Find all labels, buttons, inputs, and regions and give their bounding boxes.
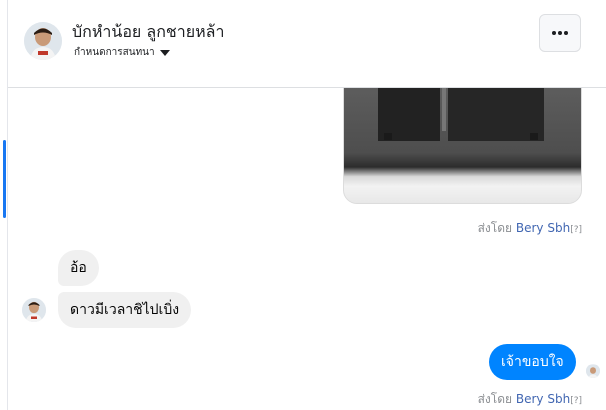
sender-link[interactable]: Bery Sbh — [516, 221, 570, 235]
incoming-message[interactable]: อ้อ — [58, 250, 99, 286]
sent-by-prefix: ส่งโดย — [477, 392, 513, 406]
sent-photo[interactable] — [343, 88, 582, 204]
left-rail — [0, 0, 8, 410]
sent-by-line: ส่งโดย Bery Sbh[?] — [478, 219, 582, 238]
contact-avatar[interactable] — [24, 22, 62, 60]
more-options-button[interactable] — [539, 14, 581, 52]
sent-by-prefix: ส่งโดย — [477, 221, 513, 235]
sent-by-help-link[interactable]: [?] — [570, 225, 582, 235]
rail-active-indicator — [3, 140, 6, 218]
contact-avatar-small[interactable] — [22, 298, 46, 322]
seen-by-avatar — [586, 364, 600, 378]
contact-name[interactable]: บักหำน้อย ลูกชายหล้า — [72, 20, 224, 45]
sender-link[interactable]: Bery Sbh — [516, 392, 570, 406]
caret-down-icon — [159, 49, 170, 56]
conversation-settings-dropdown[interactable]: กำหนดการสนทนา — [74, 45, 170, 60]
ellipsis-icon — [552, 31, 556, 35]
conversation-header: บักหำน้อย ลูกชายหล้า กำหนดการสนทนา — [8, 0, 606, 88]
message-thread[interactable]: ส่งโดย Bery Sbh[?] อ้อ ดาวมีเวลาชิไปเบิ่… — [8, 88, 606, 410]
sent-by-line: ส่งโดย Bery Sbh[?] — [478, 390, 582, 409]
sent-by-help-link[interactable]: [?] — [570, 396, 582, 406]
incoming-message[interactable]: ดาวมีเวลาชิไปเบิ่ง — [58, 292, 192, 328]
outgoing-message[interactable]: เจ้าขอบใจ — [489, 344, 576, 380]
conversation-settings-label: กำหนดการสนทนา — [74, 47, 155, 58]
